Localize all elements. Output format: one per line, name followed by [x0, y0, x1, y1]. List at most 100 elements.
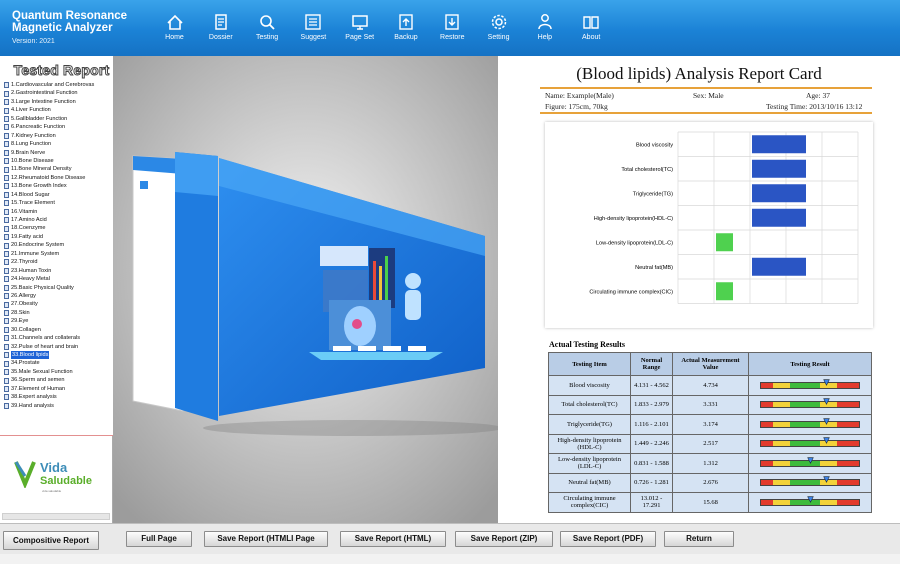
gauge-marker-icon	[822, 437, 830, 445]
chart-bar	[752, 135, 806, 154]
tree-item[interactable]: 14.Blood Sugar	[4, 191, 94, 199]
tree-item[interactable]: 22.Thyroid	[4, 258, 94, 266]
tree-item[interactable]: 8.Lung Function	[4, 140, 94, 148]
cell-value: 2.676	[672, 472, 749, 493]
tree-item[interactable]: 9.Brain Nerve	[4, 149, 94, 157]
document-icon	[4, 369, 9, 376]
tree-item-label: 2.Gastrointestinal Function	[11, 90, 78, 97]
tree-item[interactable]: 39.Hand analysis	[4, 402, 94, 410]
divider-top	[540, 87, 872, 89]
cell-item: Neutral fat(MB)	[548, 472, 631, 493]
tree-item[interactable]: 32.Pulse of heart and brain	[4, 343, 94, 351]
tree-item[interactable]: 11.Bone Mineral Density	[4, 165, 94, 173]
tree-item[interactable]: 31.Channels and collaterals	[4, 334, 94, 342]
nav-backup[interactable]: Backup	[383, 8, 428, 41]
table-row: Circulating immune complex(CIC) 13.012 - …	[548, 492, 872, 513]
tree-item[interactable]: 24.Heavy Metal	[4, 275, 94, 283]
tree-item[interactable]: 26.Allergy	[4, 292, 94, 300]
top-toolbar: Quantum Resonance Magnetic Analyzer Vers…	[0, 0, 900, 56]
tree-item[interactable]: 3.Large Intestine Function	[4, 98, 94, 106]
document-icon	[4, 318, 9, 325]
result-gauge	[760, 379, 860, 389]
tree-item[interactable]: 7.Kidney Function	[4, 132, 94, 140]
gauge-marker-icon	[807, 457, 814, 464]
save-html-page-button[interactable]: Save Report (HTMLI Page	[204, 531, 328, 547]
nav-home[interactable]: Home	[152, 8, 197, 41]
table-row: Low-density lipoprotein (LDL-C) 0.831 - 1…	[548, 453, 872, 474]
tree-item[interactable]: 17.Amino Acid	[4, 216, 94, 224]
tree-item[interactable]: 10.Bone Disease	[4, 157, 94, 165]
nav-setting[interactable]: Setting	[476, 8, 521, 41]
tree-item[interactable]: 38.Expert analysis	[4, 393, 94, 401]
tree-item-label: 21.Immune System	[11, 250, 60, 257]
patient-age: Age: 37	[806, 91, 830, 100]
tree-item[interactable]: 1.Cardiovascular and Cerebrovas	[4, 81, 94, 89]
tree-item[interactable]: 34.Prostate	[4, 359, 94, 367]
result-gauge	[760, 457, 860, 467]
tree-item-label: 39.Hand analysis	[11, 402, 54, 409]
tree-item[interactable]: 13.Bone Growth Index	[4, 182, 94, 190]
tree-item[interactable]: 33.Blood lipids	[4, 351, 94, 360]
save-pdf-button[interactable]: Save Report (PDF)	[560, 531, 656, 547]
document-icon	[4, 200, 9, 207]
nav-suggest[interactable]: Suggest	[291, 8, 336, 41]
tree-item[interactable]: 19.Fatty acid	[4, 233, 94, 241]
full-page-button[interactable]: Full Page	[126, 531, 192, 547]
chart-bar	[716, 233, 733, 252]
tree-item-label: 14.Blood Sugar	[11, 191, 50, 198]
tree-item[interactable]: 37.Element of Human	[4, 385, 94, 393]
tree-item[interactable]: 35.Male Sexual Function	[4, 368, 94, 376]
tree-item[interactable]: 21.Immune System	[4, 250, 94, 258]
preview-area	[113, 56, 503, 523]
return-button[interactable]: Return	[664, 531, 734, 547]
nav-restore[interactable]: Restore	[430, 8, 475, 41]
tree-item[interactable]: 5.Gallbladder Function	[4, 115, 94, 123]
tree-item-label: 4.Liver Function	[11, 107, 51, 114]
tree-item[interactable]: 25.Basic Physical Quality	[4, 284, 94, 292]
document-icon	[4, 175, 9, 182]
person-icon	[538, 14, 552, 30]
nav-label: Dossier	[208, 34, 233, 41]
cell-result	[748, 433, 872, 454]
tree-item[interactable]: 15.Trace Element	[4, 199, 94, 207]
nav-page-set[interactable]: Page Set	[337, 8, 382, 41]
tree-item[interactable]: 27.Obesity	[4, 300, 94, 308]
save-html-button[interactable]: Save Report (HTML)	[340, 531, 446, 547]
compositive-report-button[interactable]: Compositive Report	[3, 531, 99, 550]
nav-help[interactable]: Help	[522, 8, 567, 41]
tree-item[interactable]: 4.Liver Function	[4, 106, 94, 114]
gauge-marker-icon	[822, 476, 830, 484]
chart-bar	[752, 159, 806, 178]
tree-item[interactable]: 12.Rheumatoid Bone Disease	[4, 174, 94, 182]
tree-item[interactable]: 30.Collagen	[4, 326, 94, 334]
nav-label: Home	[165, 34, 184, 41]
tree-item[interactable]: 20.Endocrine System	[4, 241, 94, 249]
tree-title: Tested Report	[13, 62, 110, 79]
tree-item[interactable]: 29.Eye	[4, 317, 94, 325]
horizontal-scrollbar[interactable]	[2, 513, 110, 520]
nav-testing[interactable]: Testing	[245, 8, 290, 41]
software-screens-illustration	[113, 56, 503, 523]
tree-item-label: 9.Brain Nerve	[11, 149, 46, 156]
tree-item-label: 28.Skin	[11, 309, 30, 316]
tree-item[interactable]: 16.Vitamin	[4, 208, 94, 216]
table-row: High-density lipoprotein (HDL-C) 1.449 - …	[548, 433, 872, 454]
result-gauge	[760, 418, 860, 428]
document-icon	[4, 385, 9, 392]
tree-item[interactable]: 2.Gastrointestinal Function	[4, 89, 94, 97]
save-zip-button[interactable]: Save Report (ZIP)	[455, 531, 553, 547]
tree-item[interactable]: 23.Human Toxin	[4, 267, 94, 275]
tree-item[interactable]: 28.Skin	[4, 309, 94, 317]
tree-item[interactable]: 18.Coenzyme	[4, 224, 94, 232]
col-testing-result: Testing Result	[748, 352, 872, 376]
nav-dossier[interactable]: Dossier	[198, 8, 243, 41]
col-testing-item: Testing Item	[548, 352, 631, 376]
results-table: Testing Item Normal Range Actual Measure…	[548, 352, 872, 513]
tree-item[interactable]: 6.Pancreatic Function	[4, 123, 94, 131]
tree-item[interactable]: 36.Sperm and semen	[4, 376, 94, 384]
report-title: (Blood lipids) Analysis Report Card	[576, 64, 822, 83]
tree-item-label: 6.Pancreatic Function	[11, 124, 66, 131]
document-icon	[4, 301, 9, 308]
nav-about[interactable]: About	[569, 8, 614, 41]
app-brand: Quantum Resonance Magnetic Analyzer Vers…	[12, 10, 127, 48]
